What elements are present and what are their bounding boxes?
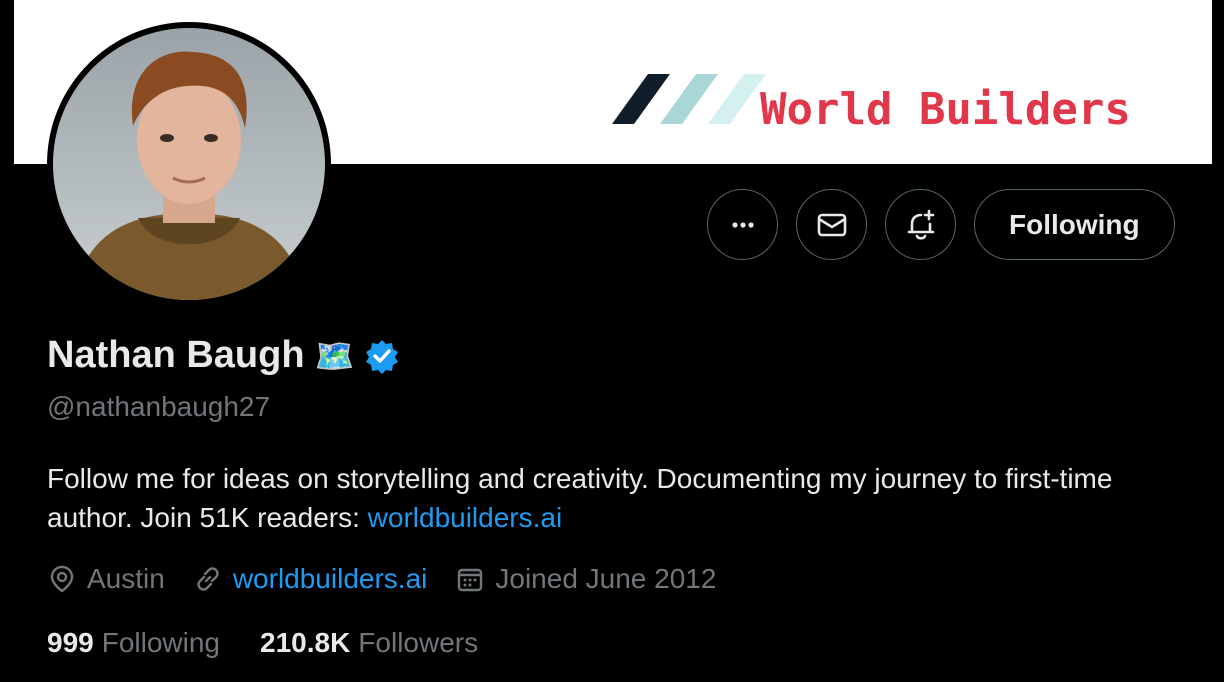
envelope-icon bbox=[817, 213, 846, 236]
profile-bio: Follow me for ideas on storytelling and … bbox=[47, 459, 1187, 537]
name-row: Nathan Baugh 🗺️ bbox=[47, 334, 400, 377]
bio-link[interactable]: worldbuilders.ai bbox=[368, 502, 563, 533]
profile-meta: Austin worldbuilders.ai Joined June 2012 bbox=[47, 563, 744, 595]
followers-label: Followers bbox=[358, 627, 479, 658]
location-text: Austin bbox=[87, 563, 165, 594]
followers-count: 210.8K bbox=[260, 627, 351, 658]
profile-handle: @nathanbaugh27 bbox=[47, 391, 271, 422]
world-builders-logo bbox=[612, 74, 766, 124]
more-button[interactable] bbox=[707, 189, 778, 260]
banner-title: World Builders bbox=[760, 84, 1131, 135]
followers-stat[interactable]: 210.8K Followers bbox=[260, 627, 478, 659]
avatar-image bbox=[53, 28, 325, 300]
joined-text: Joined June 2012 bbox=[495, 563, 717, 594]
following-stat[interactable]: 999 Following bbox=[47, 627, 220, 659]
avatar[interactable] bbox=[47, 22, 331, 306]
following-label: Following bbox=[101, 627, 220, 658]
website-link[interactable]: worldbuilders.ai bbox=[233, 563, 428, 595]
following-button[interactable]: Following bbox=[974, 189, 1175, 260]
bell-plus-icon bbox=[907, 209, 934, 240]
website-item[interactable]: worldbuilders.ai bbox=[193, 563, 428, 595]
display-name: Nathan Baugh bbox=[47, 334, 305, 376]
profile-actions: Following bbox=[707, 189, 1175, 260]
following-count: 999 bbox=[47, 627, 94, 658]
map-emoji-icon: 🗺️ bbox=[314, 337, 355, 374]
ellipsis-icon bbox=[731, 221, 754, 228]
location-pin-icon bbox=[50, 565, 74, 593]
left-edge bbox=[0, 0, 14, 682]
joined-item: Joined June 2012 bbox=[455, 563, 716, 595]
profile-stats: 999 Following 210.8K Followers bbox=[47, 627, 518, 659]
bio-text: Follow me for ideas on storytelling and … bbox=[47, 463, 1113, 533]
location-item: Austin bbox=[47, 563, 165, 595]
notifications-button[interactable] bbox=[885, 189, 956, 260]
right-edge bbox=[1212, 0, 1224, 682]
calendar-icon bbox=[458, 568, 483, 592]
message-button[interactable] bbox=[796, 189, 867, 260]
link-icon bbox=[197, 567, 219, 591]
profile-page: World Builders Following Nathan Baugh 🗺️… bbox=[0, 0, 1224, 682]
verified-badge-icon[interactable] bbox=[364, 338, 400, 374]
